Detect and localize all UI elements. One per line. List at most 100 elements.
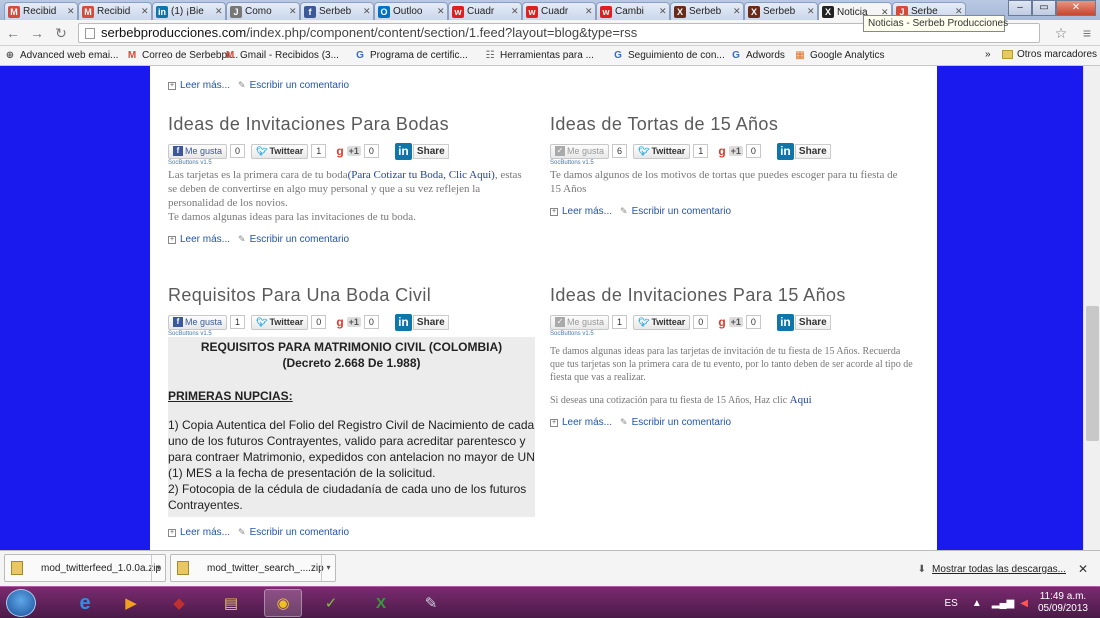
write-comment-link[interactable]: Escribir un comentario (632, 417, 731, 428)
taskbar: e ▶ ◆ ▤ ◉ ✓ X ✎ ES ▲ ▂▄▆ ◀ 11:49 a.m. 05/… (0, 586, 1100, 618)
bookmarks-bar: » Otros marcadores ⊕ Advanced web emai...… (0, 46, 1100, 66)
facebook-like-button[interactable]: f Me gusta (168, 143, 228, 159)
close-window-button[interactable]: ✕ (1056, 0, 1096, 16)
close-tab-icon[interactable]: ✕ (363, 6, 373, 17)
browser-tab[interactable]: f Serbeb ✕ (300, 2, 374, 20)
google-plus-button[interactable]: g +1 (718, 144, 743, 158)
article-title[interactable]: Ideas de Tortas de 15 Años (550, 114, 925, 135)
comment-icon: ✎ (238, 80, 246, 90)
tweet-button[interactable]: 🐦︎ Twittear (251, 143, 309, 159)
facebook-like-button[interactable]: f Me gusta (168, 314, 228, 330)
app-icon[interactable]: ✓ (312, 589, 350, 617)
scrollbar-thumb[interactable] (1086, 306, 1099, 441)
quote-link[interactable]: Aqui (790, 394, 812, 406)
chrome-icon[interactable]: ◉ (264, 589, 302, 617)
write-comment-link[interactable]: Escribir un comentario (250, 527, 349, 538)
article-title[interactable]: Requisitos Para Una Boda Civil (168, 285, 543, 306)
close-tab-icon[interactable]: ✕ (289, 6, 299, 17)
game-icon[interactable]: ◆ (160, 589, 198, 617)
media-player-icon[interactable]: ▶ (112, 589, 150, 617)
read-more-link[interactable]: Leer más... (180, 234, 230, 245)
bookmark-item[interactable]: G Seguimiento de con... (612, 49, 725, 61)
bookmark-item[interactable]: M Correo de Serbebpr... (126, 49, 238, 61)
bookmark-icon: M (127, 49, 137, 61)
browser-tab[interactable]: X Serbeb ✕ (744, 2, 818, 20)
bookmark-item[interactable]: ☷ Herramientas para ... (484, 49, 594, 61)
read-more-link[interactable]: Leer más... (180, 80, 230, 91)
download-menu-arrow[interactable]: ▾ (321, 555, 335, 581)
browser-tab[interactable]: M Recibid ✕ (4, 2, 78, 20)
close-tab-icon[interactable]: ✕ (215, 6, 225, 17)
close-tab-icon[interactable]: ✕ (807, 6, 817, 17)
tweet-button[interactable]: 🐦︎ Twittear (633, 314, 691, 330)
read-more-link[interactable]: Leer más... (180, 527, 230, 538)
menu-icon[interactable]: ≡ (1078, 24, 1096, 42)
browser-tab[interactable]: w Cuadr ✕ (522, 2, 596, 20)
browser-tab[interactable]: in (1) ¡Bie ✕ (152, 2, 226, 20)
vertical-scrollbar[interactable] (1083, 66, 1100, 550)
back-button[interactable]: ← (4, 24, 22, 42)
browser-tab[interactable]: X Serbeb ✕ (670, 2, 744, 20)
tray-arrow-icon[interactable]: ▲ (972, 598, 982, 609)
maximize-button[interactable]: ▭ (1032, 0, 1056, 16)
linkedin-share-button[interactable]: in Share (394, 142, 449, 160)
other-bookmarks[interactable]: Otros marcadores (1002, 49, 1097, 60)
read-more-link[interactable]: Leer más... (562, 206, 612, 217)
tweet-button[interactable]: 🐦︎ Twittear (633, 143, 691, 159)
browser-tab[interactable]: J Como ✕ (226, 2, 300, 20)
bookmark-item[interactable]: G Adwords (730, 49, 785, 61)
facebook-like-button[interactable]: ✓ Me gusta (550, 314, 610, 330)
language-indicator[interactable]: ES (945, 598, 958, 609)
tweet-button[interactable]: 🐦︎ Twittear (251, 314, 309, 330)
bookmark-item[interactable]: G Programa de certific... (354, 49, 468, 61)
facebook-icon: f (173, 317, 183, 327)
linkedin-share-button[interactable]: in Share (776, 142, 831, 160)
bookmark-item[interactable]: ▦ Google Analytics (794, 49, 884, 61)
google-plus-button[interactable]: g +1 (336, 144, 361, 158)
star-icon[interactable]: ☆ (1052, 24, 1070, 42)
quote-link[interactable]: (Para Cotizar tu Boda, Clic Aqui) (348, 169, 495, 181)
download-menu-arrow[interactable]: ▾ (151, 555, 165, 581)
show-all-downloads-link[interactable]: ⬇ Mostrar todas las descargas... (918, 564, 1066, 575)
close-tab-icon[interactable]: ✕ (733, 6, 743, 17)
write-comment-link[interactable]: Escribir un comentario (250, 234, 349, 245)
read-more-link[interactable]: Leer más... (562, 417, 612, 428)
signal-icon[interactable]: ▂▄▆ (992, 598, 1014, 609)
volume-icon[interactable]: ◀ (1020, 598, 1028, 609)
like-count: 6 (612, 144, 628, 158)
file-explorer-icon[interactable]: ▤ (212, 589, 250, 617)
google-plus-button[interactable]: g +1 (336, 315, 361, 329)
linkedin-share-button[interactable]: in Share (394, 313, 449, 331)
minimize-button[interactable]: – (1008, 0, 1032, 16)
browser-tab[interactable]: M Recibid ✕ (78, 2, 152, 20)
write-comment-link[interactable]: Escribir un comentario (632, 206, 731, 217)
close-tab-icon[interactable]: ✕ (67, 6, 77, 17)
internet-explorer-icon[interactable]: e (66, 589, 104, 617)
forward-button[interactable]: → (28, 24, 46, 42)
start-button[interactable] (6, 589, 36, 617)
close-tab-icon[interactable]: ✕ (585, 6, 595, 17)
close-tab-icon[interactable]: ✕ (659, 6, 669, 17)
bookmarks-more-button[interactable]: » (985, 49, 991, 60)
paint-icon[interactable]: ✎ (412, 589, 450, 617)
browser-tab[interactable]: O Outloo ✕ (374, 2, 448, 20)
download-item[interactable]: mod_twitter_search_....zip ▾ (170, 554, 336, 582)
bookmark-item[interactable]: ⊕ Advanced web emai... (4, 49, 119, 61)
write-comment-link[interactable]: Escribir un comentario (250, 80, 349, 91)
close-tab-icon[interactable]: ✕ (511, 6, 521, 17)
download-item[interactable]: mod_twitterfeed_1.0.0a.zip ▾ (4, 554, 166, 582)
facebook-like-button[interactable]: ✓ Me gusta (550, 143, 610, 159)
browser-tab[interactable]: w Cuadr ✕ (448, 2, 522, 20)
google-plus-button[interactable]: g +1 (718, 315, 743, 329)
bookmark-item[interactable]: M Gmail - Recibidos (3... (224, 49, 339, 61)
article-title[interactable]: Ideas de Invitaciones Para Bodas (168, 114, 543, 135)
close-tab-icon[interactable]: ✕ (141, 6, 151, 17)
browser-tab[interactable]: w Cambi ✕ (596, 2, 670, 20)
reload-button[interactable]: ↻ (52, 24, 70, 42)
close-tab-icon[interactable]: ✕ (437, 6, 447, 17)
clock[interactable]: 11:49 a.m. 05/09/2013 (1038, 591, 1088, 615)
close-downloads-icon[interactable]: ✕ (1078, 562, 1088, 576)
excel-icon[interactable]: X (362, 589, 400, 617)
linkedin-share-button[interactable]: in Share (776, 313, 831, 331)
article-title[interactable]: Ideas de Invitaciones Para 15 Años (550, 285, 925, 306)
